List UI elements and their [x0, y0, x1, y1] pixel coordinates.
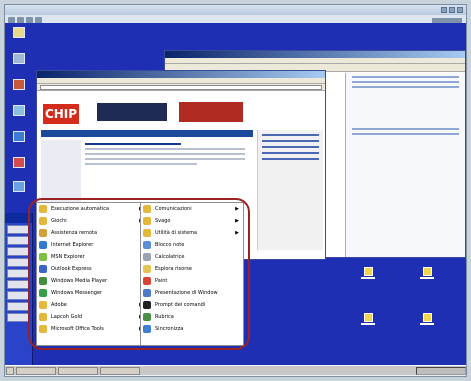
site-right-column [257, 130, 323, 250]
task-pane [345, 73, 465, 257]
desktop-icon-shortcut[interactable] [11, 181, 27, 192]
close-icon[interactable] [457, 7, 463, 13]
taskbar-button[interactable] [16, 366, 56, 375]
window-title-bar[interactable] [37, 71, 325, 78]
advert-banner[interactable] [179, 102, 243, 122]
desktop-icon-ie[interactable] [11, 131, 27, 142]
highlight-outline [28, 198, 250, 350]
start-menu-item[interactable] [7, 280, 30, 289]
system-tray [416, 366, 466, 375]
start-menu-item[interactable] [7, 225, 30, 234]
folder-icon [422, 267, 432, 276]
network-icon [13, 79, 25, 90]
recycle-bin-icon [13, 105, 25, 116]
minimize-icon[interactable] [441, 7, 447, 13]
desktop-icon-folder-4[interactable] [420, 313, 434, 325]
desktop-icon-my-computer[interactable] [11, 53, 27, 64]
remote-viewer-title-bar [5, 5, 466, 15]
maximize-icon[interactable] [449, 7, 455, 13]
start-menu-item[interactable] [7, 302, 30, 311]
document-icon [13, 157, 25, 168]
shortcut-icon [13, 181, 25, 192]
taskbar-button[interactable] [100, 366, 140, 375]
desktop-icon-folder-2[interactable] [420, 267, 434, 279]
window-title-bar[interactable] [165, 51, 465, 58]
folder-icon [422, 313, 432, 322]
site-navigation[interactable] [41, 130, 253, 137]
folder-icon [363, 313, 373, 322]
folder-icon [363, 267, 373, 276]
window-controls [441, 7, 463, 13]
desktop-icon-recycle[interactable] [11, 105, 27, 116]
start-menu-item[interactable] [7, 313, 30, 322]
desktop-icon-folder-1[interactable] [361, 267, 375, 279]
desktop-icon-word[interactable] [11, 157, 27, 168]
address-input[interactable] [40, 84, 322, 90]
start-menu-item[interactable] [7, 291, 30, 300]
desktop-icon-network[interactable] [11, 79, 27, 90]
computer-icon [13, 53, 25, 64]
start-menu-item[interactable] [7, 236, 30, 245]
desktop-icon-folder-3[interactable] [361, 313, 375, 325]
start-menu-item[interactable] [7, 269, 30, 278]
start-menu-item[interactable] [7, 258, 30, 267]
desktop-icon-my-documents[interactable] [11, 27, 27, 39]
chip-banner[interactable] [97, 103, 167, 121]
address-bar[interactable] [37, 84, 325, 91]
start-menu-item[interactable] [7, 247, 30, 256]
internet-explorer-icon [13, 131, 25, 142]
folder-icon [13, 27, 25, 38]
taskbar-button[interactable] [58, 366, 98, 375]
taskbar [5, 365, 466, 375]
chip-logo[interactable]: CHIP [43, 104, 79, 124]
start-button[interactable] [6, 366, 14, 375]
